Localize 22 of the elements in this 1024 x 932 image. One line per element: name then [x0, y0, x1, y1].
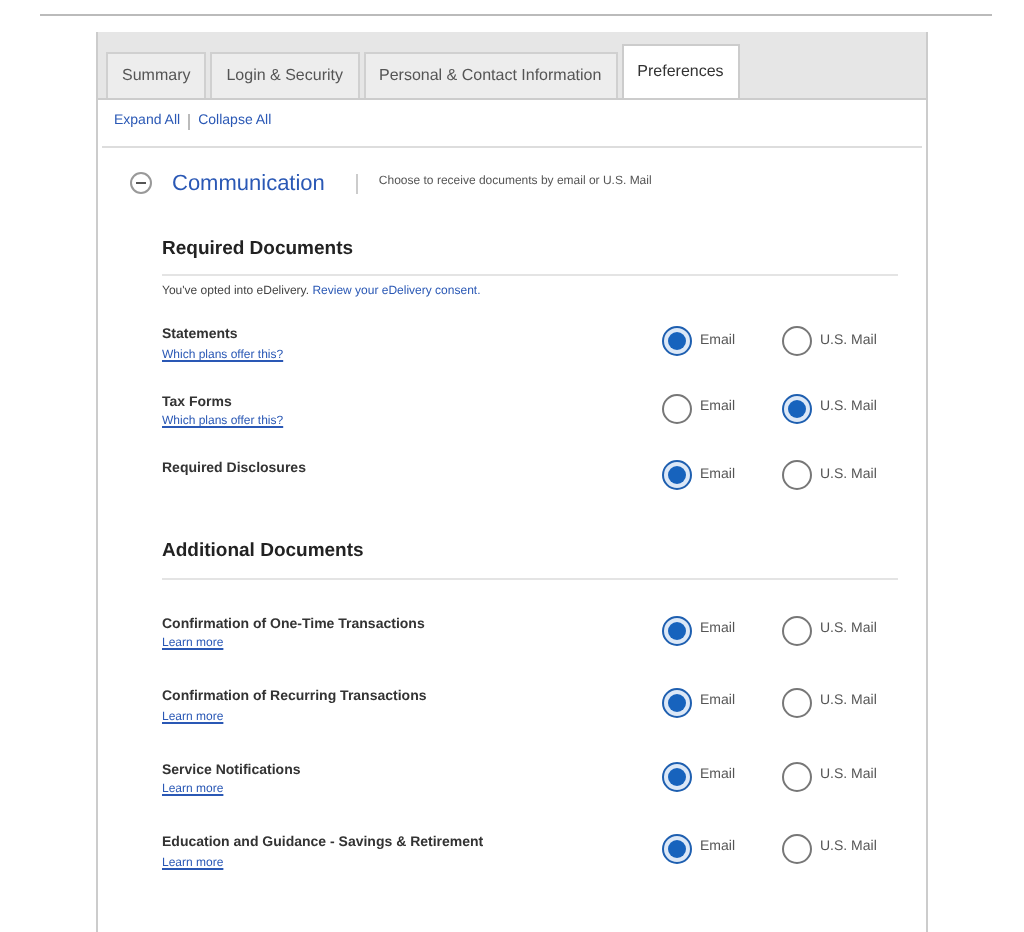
- tab[interactable]: Login & Security: [210, 52, 359, 98]
- tab[interactable]: Summary: [106, 52, 207, 98]
- radio-button[interactable]: [662, 393, 692, 424]
- collapse-icon[interactable]: [130, 172, 152, 195]
- radio-button[interactable]: [662, 460, 692, 491]
- radio-button[interactable]: [782, 834, 812, 864]
- tab[interactable]: Personal & Contact Information: [363, 52, 618, 98]
- radio-button[interactable]: [662, 688, 692, 718]
- radio-button[interactable]: [782, 460, 812, 491]
- radio-button[interactable]: [782, 688, 812, 718]
- radio-button[interactable]: [782, 761, 812, 791]
- radio-button[interactable]: [782, 393, 812, 424]
- radio-button[interactable]: [782, 615, 812, 645]
- section-title[interactable]: Communication: [172, 167, 325, 200]
- tab[interactable]: Preferences: [621, 44, 740, 98]
- group-heading: Required Documents: [162, 236, 898, 277]
- radio-button[interactable]: [782, 326, 812, 357]
- radio-button[interactable]: [662, 615, 692, 645]
- radio-button[interactable]: [662, 834, 692, 864]
- radio-button[interactable]: [662, 761, 692, 791]
- group-heading: Additional Documents: [162, 538, 898, 579]
- radio-button[interactable]: [662, 326, 692, 357]
